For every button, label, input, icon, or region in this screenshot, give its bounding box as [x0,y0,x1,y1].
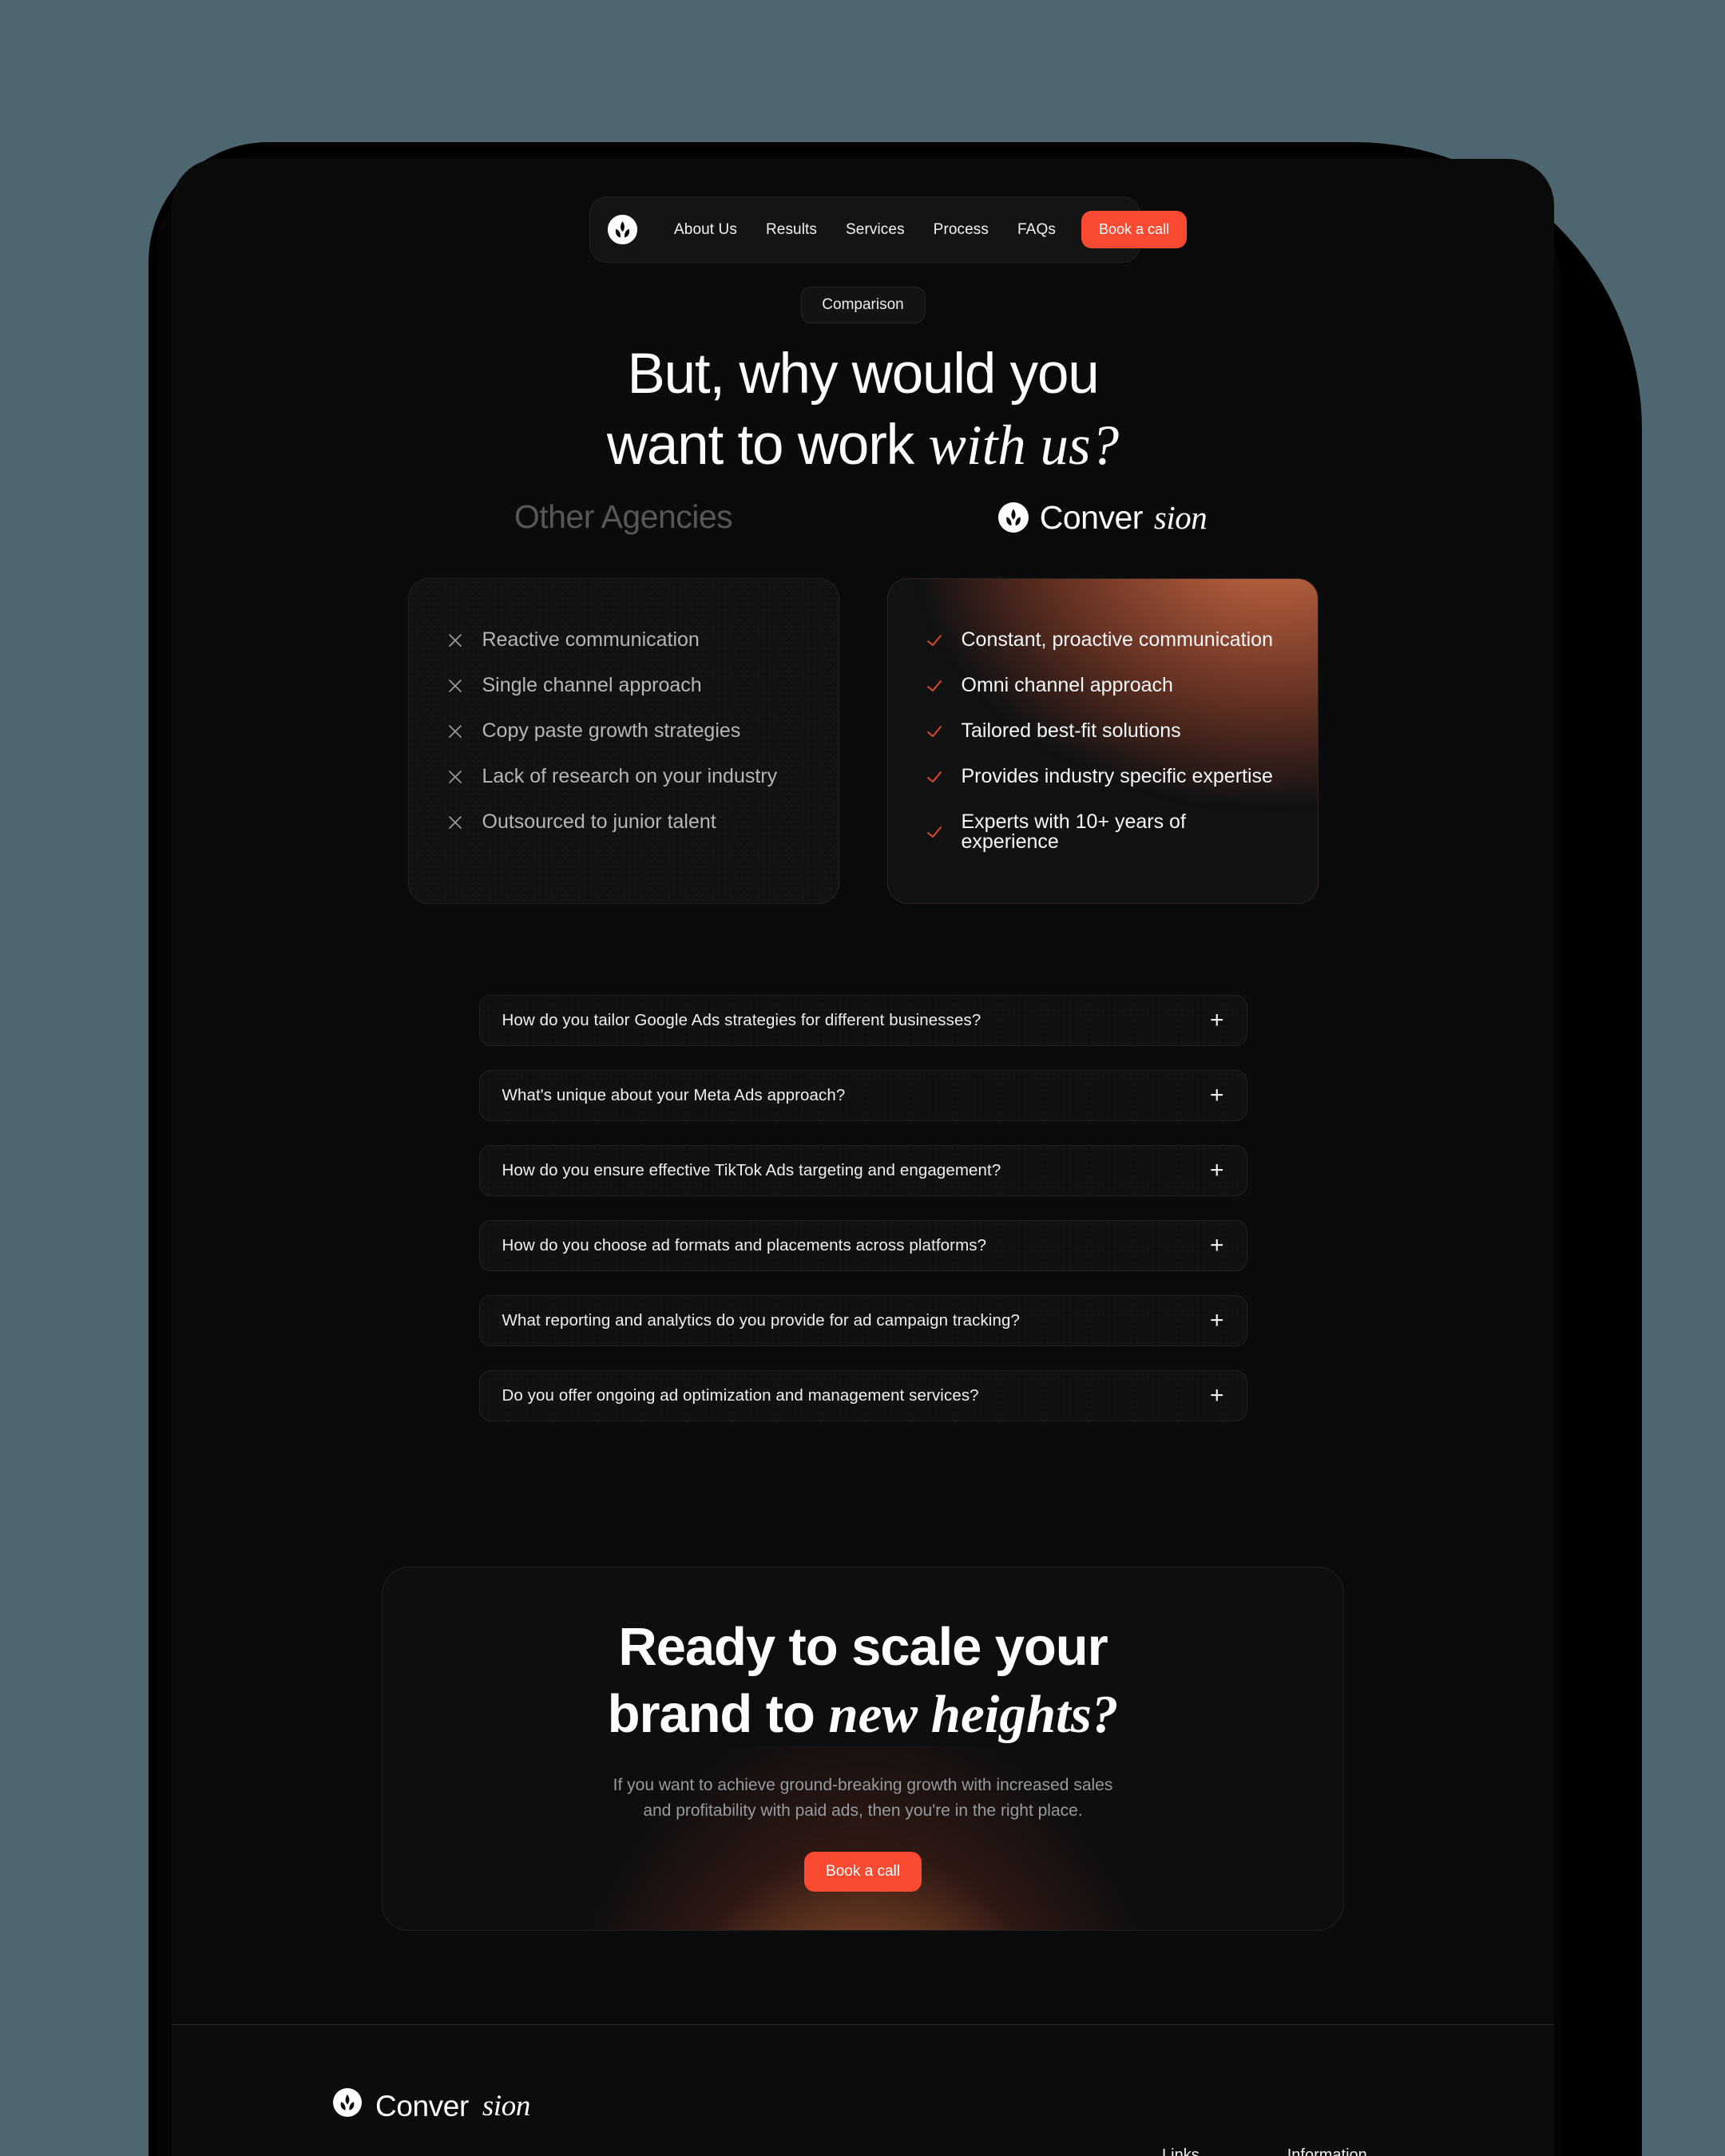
list-item: Reactive communication [446,617,802,663]
faq-item[interactable]: How do you choose ad formats and placeme… [478,1220,1247,1271]
comparison-left-title-wrap: Other Agencies [408,498,839,537]
nav-link-faqs[interactable]: FAQs [1003,221,1070,239]
plus-icon[interactable]: + [1210,1234,1224,1258]
comparison-right-title-plain: Conver [1039,498,1144,536]
footer-brand-plain: Conver [375,2089,469,2122]
plus-icon[interactable]: + [1210,1384,1224,1408]
list-item: Omni channel approach [925,663,1281,708]
faq-question: How do you ensure effective TikTok Ads t… [502,1161,1001,1179]
nav-links: About Us Results Services Process FAQs [660,221,1070,239]
nav-link-services[interactable]: Services [831,221,919,239]
comparison-right-title: Conver sion [997,498,1208,537]
footer-column-heading-links: Links [1162,2146,1200,2156]
nav-link-process[interactable]: Process [919,221,1003,239]
nav-link-about-us[interactable]: About Us [660,221,751,239]
other-agencies-list: Reactive communication Single channel ap… [446,617,802,845]
faq-question: How do you tailor Google Ads strategies … [502,1011,981,1029]
navigation-bar: About Us Results Services Process FAQs B… [589,196,1187,263]
other-agencies-card: Reactive communication Single channel ap… [407,578,839,904]
comparison-heading: But, why would you want to work with us? [172,339,1554,482]
conversion-logo-icon [333,2088,362,2124]
cta-book-a-call-button[interactable]: Book a call [804,1851,922,1892]
list-item-label: Omni channel approach [961,674,1173,696]
conversion-logo-icon [997,502,1029,533]
comparison-column-titles: Other Agencies Conver sion [408,498,1319,537]
faq-question: Do you offer ongoing ad optimization and… [502,1386,979,1405]
comparison-heading-line-2-italic: with us? [928,414,1120,478]
faq-question: How do you choose ad formats and placeme… [502,1236,987,1254]
faq-item[interactable]: How do you tailor Google Ads strategies … [478,995,1247,1046]
cta-subtext: If you want to achieve ground-breaking g… [383,1773,1343,1825]
cta-card: Ready to scale your brand to new heights… [382,1567,1344,1931]
faq-question: What reporting and analytics do you prov… [502,1311,1020,1330]
faq-item[interactable]: How do you ensure effective TikTok Ads t… [478,1145,1247,1196]
list-item-label: Copy paste growth strategies [482,719,741,742]
cta-subtext-line-2: and profitability with paid ads, then yo… [643,1801,1083,1821]
check-icon [926,680,942,692]
plus-icon[interactable]: + [1210,1159,1224,1183]
x-icon [448,679,462,692]
cta-heading-line-1: Ready to scale your [618,1617,1108,1677]
section-badge-comparison: Comparison [800,287,926,323]
list-item-label: Provides industry specific expertise [961,765,1273,787]
x-icon [448,815,462,829]
x-icon [448,633,462,647]
conversion-card: Constant, proactive communication Omni c… [886,578,1319,904]
cta-subtext-line-1: If you want to achieve ground-breaking g… [613,1775,1113,1794]
list-item-label: Tailored best-fit solutions [961,719,1181,742]
faq-item[interactable]: What's unique about your Meta Ads approa… [478,1070,1247,1121]
plus-icon[interactable]: + [1210,1009,1224,1032]
faq-item[interactable]: Do you offer ongoing ad optimization and… [478,1370,1247,1421]
list-item: Tailored best-fit solutions [925,708,1281,754]
check-icon [926,826,942,838]
comparison-heading-line-1: But, why would you [627,343,1099,406]
comparison-heading-line-2-plain: want to work [606,414,929,478]
cta-heading-line-2-italic: new heights? [828,1685,1119,1745]
list-item: Single channel approach [446,663,802,708]
comparison-left-title: Other Agencies [514,498,733,535]
list-item: Experts with 10+ years of experience [925,799,1281,865]
list-item-label: Constant, proactive communication [961,628,1273,651]
comparison-right-title-italic: sion [1153,499,1208,536]
footer-brand-italic: sion [482,2090,530,2122]
footer-brand: Conver sion [333,2088,530,2124]
footer-column-heading-information: Information [1287,2146,1367,2156]
list-item-label: Reactive communication [482,628,700,651]
list-item-label: Outsourced to junior talent [482,810,716,833]
check-icon [926,634,942,646]
plus-icon[interactable]: + [1210,1309,1224,1333]
conversion-list: Constant, proactive communication Omni c… [925,617,1281,865]
x-icon [448,770,462,783]
list-item: Constant, proactive communication [925,617,1281,663]
check-icon [926,725,942,737]
plus-icon[interactable]: + [1210,1084,1224,1108]
faq-list: How do you tailor Google Ads strategies … [478,995,1247,1421]
footer-columns: Links Information [1162,2146,1367,2156]
list-item: Lack of research on your industry [446,754,802,799]
conversion-logo-icon[interactable] [608,215,637,244]
comparison-cards: Reactive communication Single channel ap… [407,578,1319,904]
list-item-label: Experts with 10+ years of experience [961,810,1186,853]
list-item: Outsourced to junior talent [446,799,802,845]
browser-window: About Us Results Services Process FAQs B… [172,159,1554,2156]
list-item: Copy paste growth strategies [446,708,802,754]
comparison-right-title-wrap: Conver sion [887,498,1319,537]
list-item-label: Single channel approach [482,674,702,696]
faq-section: How do you tailor Google Ads strategies … [172,995,1554,1445]
faq-item[interactable]: What reporting and analytics do you prov… [478,1295,1247,1346]
cta-heading-line-2-plain: brand to [607,1684,829,1745]
nav-book-a-call-button[interactable]: Book a call [1081,211,1187,248]
page-background: About Us Results Services Process FAQs B… [0,0,1725,2156]
nav-link-results[interactable]: Results [751,221,831,239]
cta-heading: Ready to scale your brand to new heights… [383,1614,1343,1749]
footer: Conver sion Links Information [172,2025,1554,2156]
comparison-section: Other Agencies Conver sion Reactive comm… [172,498,1554,904]
faq-question: What's unique about your Meta Ads approa… [502,1086,846,1104]
check-icon [926,771,942,783]
x-icon [448,724,462,738]
list-item: Provides industry specific expertise [925,754,1281,799]
list-item-label: Lack of research on your industry [482,765,778,787]
